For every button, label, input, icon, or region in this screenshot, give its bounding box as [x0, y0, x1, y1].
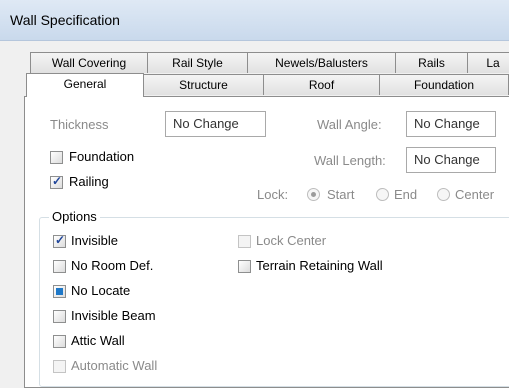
no-room-def-label: No Room Def.: [71, 258, 154, 273]
no-locate-label: No Locate: [71, 283, 131, 298]
no-locate-checkbox[interactable]: [53, 285, 66, 298]
invisible-checkbox[interactable]: [53, 233, 66, 248]
lock-center-option-label: Lock Center: [256, 233, 327, 248]
invisible-beam-checkbox[interactable]: [53, 310, 66, 323]
automatic-wall-label: Automatic Wall: [71, 358, 158, 373]
no-room-def-checkbox[interactable]: [53, 260, 66, 273]
attic-wall-checkbox[interactable]: [53, 335, 66, 348]
dialog-window: Wall Specification Wall Covering Rail St…: [0, 0, 509, 388]
invisible-label: Invisible: [71, 233, 118, 248]
attic-wall-label: Attic Wall: [71, 333, 125, 348]
terrain-retaining-wall-checkbox[interactable]: [238, 260, 251, 273]
automatic-wall-checkbox[interactable]: [53, 360, 66, 373]
lock-center-checkbox[interactable]: [238, 235, 251, 248]
invisible-beam-label: Invisible Beam: [71, 308, 156, 323]
terrain-retaining-wall-label: Terrain Retaining Wall: [256, 258, 383, 273]
options-content: Invisible No Room Def. No Locate Invisib…: [0, 0, 509, 388]
